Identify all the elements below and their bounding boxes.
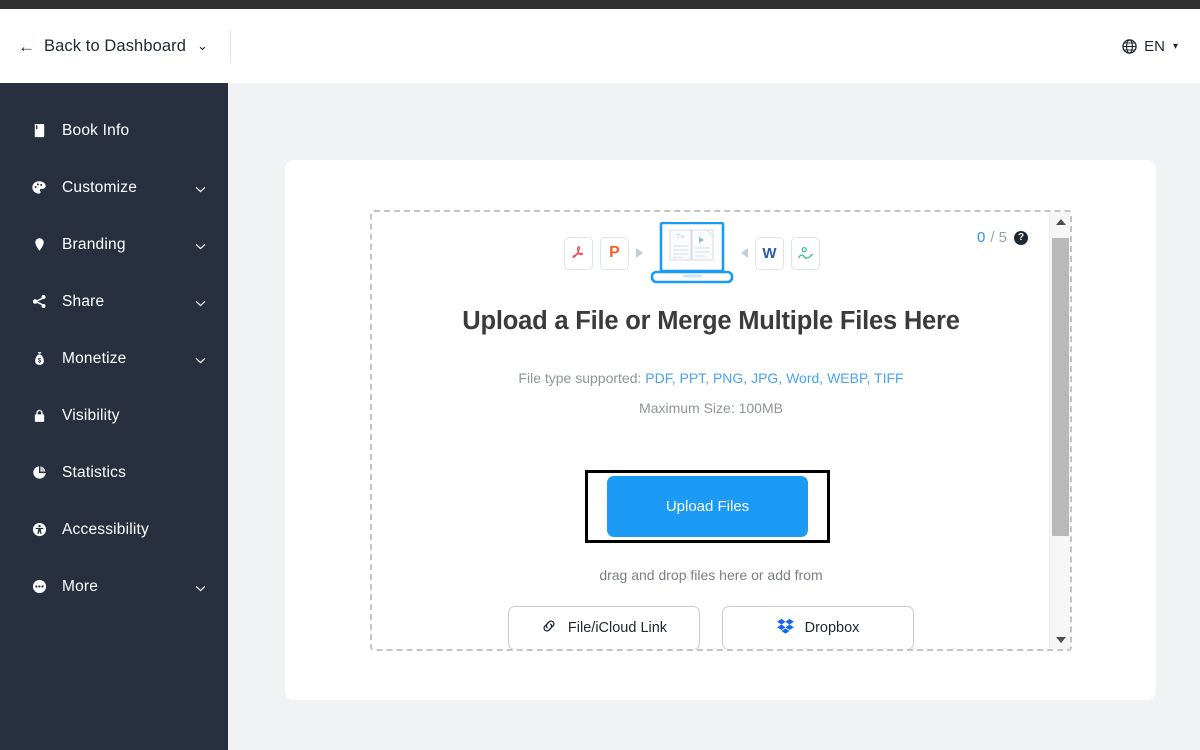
- upload-card: 0 / 5 ? P T≡ W Upload a File or Merge Mu…: [285, 160, 1156, 700]
- pdf-file-icon: [564, 236, 593, 270]
- sidebar-item-label: Monetize: [62, 349, 127, 367]
- sidebar-item-label: Visibility: [62, 406, 120, 424]
- supported-file-types: File type supported: PDF, PPT, PNG, JPG,…: [372, 370, 1070, 386]
- dropbox-icon: [776, 618, 794, 638]
- sidebar-item-accessibility[interactable]: Accessibility: [0, 501, 228, 558]
- sidebar-item-customize[interactable]: Customize: [0, 159, 228, 216]
- tag-icon: [30, 236, 48, 254]
- pie-chart-icon: [30, 464, 48, 482]
- language-label: EN: [1144, 37, 1165, 55]
- file-type-illustration: P T≡ W: [372, 221, 1070, 284]
- scrollbar-thumb[interactable]: [1052, 238, 1069, 536]
- sidebar-item-label: Accessibility: [62, 520, 150, 538]
- dropzone-title: Upload a File or Merge Multiple Files He…: [462, 307, 960, 335]
- sidebar-item-visibility[interactable]: Visibility: [0, 387, 228, 444]
- link-icon: [541, 618, 557, 638]
- drag-drop-hint: drag and drop files here or add from: [599, 567, 823, 583]
- word-file-icon: W: [755, 236, 784, 270]
- sidebar-item-label: More: [62, 577, 99, 595]
- svg-text:T≡: T≡: [676, 234, 684, 241]
- dropbox-label: Dropbox: [804, 620, 860, 636]
- chevron-down-icon: [195, 239, 206, 250]
- back-to-dashboard-button[interactable]: ← Back to Dashboard ⌄: [0, 24, 230, 68]
- file-icloud-link-button[interactable]: File/iCloud Link: [508, 606, 700, 649]
- supported-types-list: PDF, PPT, PNG, JPG, Word, WEBP, TIFF: [645, 370, 904, 386]
- ppt-file-icon: P: [600, 236, 629, 270]
- chevron-down-icon: [195, 581, 206, 592]
- chevron-down-icon: [195, 296, 206, 307]
- max-size-label: Maximum Size: 100MB: [639, 400, 783, 416]
- app-root: ← Back to Dashboard ⌄ EN ▾ Book Info Cus…: [0, 0, 1200, 750]
- file-icloud-link-label: File/iCloud Link: [567, 620, 668, 636]
- header-divider: [229, 29, 231, 63]
- globe-icon: [1122, 38, 1137, 54]
- supported-types-prefix: File type supported:: [518, 370, 646, 386]
- chevron-down-icon: ⌄: [197, 38, 208, 53]
- external-sources-row: File/iCloud Link Dropbox: [372, 606, 1070, 649]
- sidebar-item-label: Customize: [62, 178, 138, 196]
- browser-top-strip: [0, 0, 1200, 9]
- sidebar-item-share[interactable]: Share: [0, 273, 228, 330]
- chevron-down-icon: [195, 353, 206, 364]
- scroll-down-button[interactable]: [1050, 630, 1070, 649]
- lock-icon: [30, 407, 48, 425]
- upload-button-focus-ring: Upload Files: [585, 470, 830, 543]
- language-selector[interactable]: EN ▾: [1122, 38, 1200, 55]
- sidebar-item-branding[interactable]: Branding: [0, 216, 228, 273]
- sidebar-item-book-info[interactable]: Book Info: [0, 102, 228, 159]
- sidebar-item-monetize[interactable]: $ Monetize: [0, 330, 228, 387]
- sidebar: Book Info Customize Branding Share $ Mon…: [0, 83, 228, 750]
- main-content: 0 / 5 ? P T≡ W Upload a File or Merge Mu…: [228, 83, 1200, 750]
- image-file-icon: [791, 236, 820, 270]
- back-arrow-icon: ←: [18, 36, 35, 56]
- laptop-book-illustration: T≡: [650, 221, 734, 284]
- triangle-down-icon: [1055, 636, 1066, 643]
- chevron-down-icon: [195, 182, 206, 193]
- sidebar-item-label: Share: [62, 292, 105, 310]
- money-bag-icon: $: [30, 350, 48, 368]
- sidebar-item-label: Book Info: [62, 121, 130, 139]
- chevron-down-icon: ▾: [1172, 40, 1178, 52]
- page-header: ← Back to Dashboard ⌄ EN ▾: [0, 9, 1200, 83]
- back-to-dashboard-label: Back to Dashboard: [44, 36, 187, 55]
- palette-icon: [30, 179, 48, 197]
- arrow-left-icon: [741, 248, 748, 258]
- file-dropzone[interactable]: 0 / 5 ? P T≡ W Upload a File or Merge Mu…: [370, 210, 1072, 651]
- arrow-right-icon: [636, 248, 643, 258]
- sidebar-item-statistics[interactable]: Statistics: [0, 444, 228, 501]
- share-icon: [30, 293, 48, 311]
- scroll-up-button[interactable]: [1050, 212, 1070, 231]
- triangle-up-icon: [1055, 218, 1066, 225]
- dropzone-scrollbar[interactable]: [1049, 212, 1070, 649]
- sidebar-item-label: Branding: [62, 235, 126, 253]
- sidebar-item-more[interactable]: More: [0, 558, 228, 615]
- ellipsis-icon: [30, 578, 48, 596]
- dropbox-button[interactable]: Dropbox: [722, 606, 914, 649]
- upload-files-button[interactable]: Upload Files: [607, 476, 808, 537]
- sidebar-item-label: Statistics: [62, 463, 127, 481]
- accessibility-icon: [30, 521, 48, 539]
- book-icon: [30, 122, 48, 140]
